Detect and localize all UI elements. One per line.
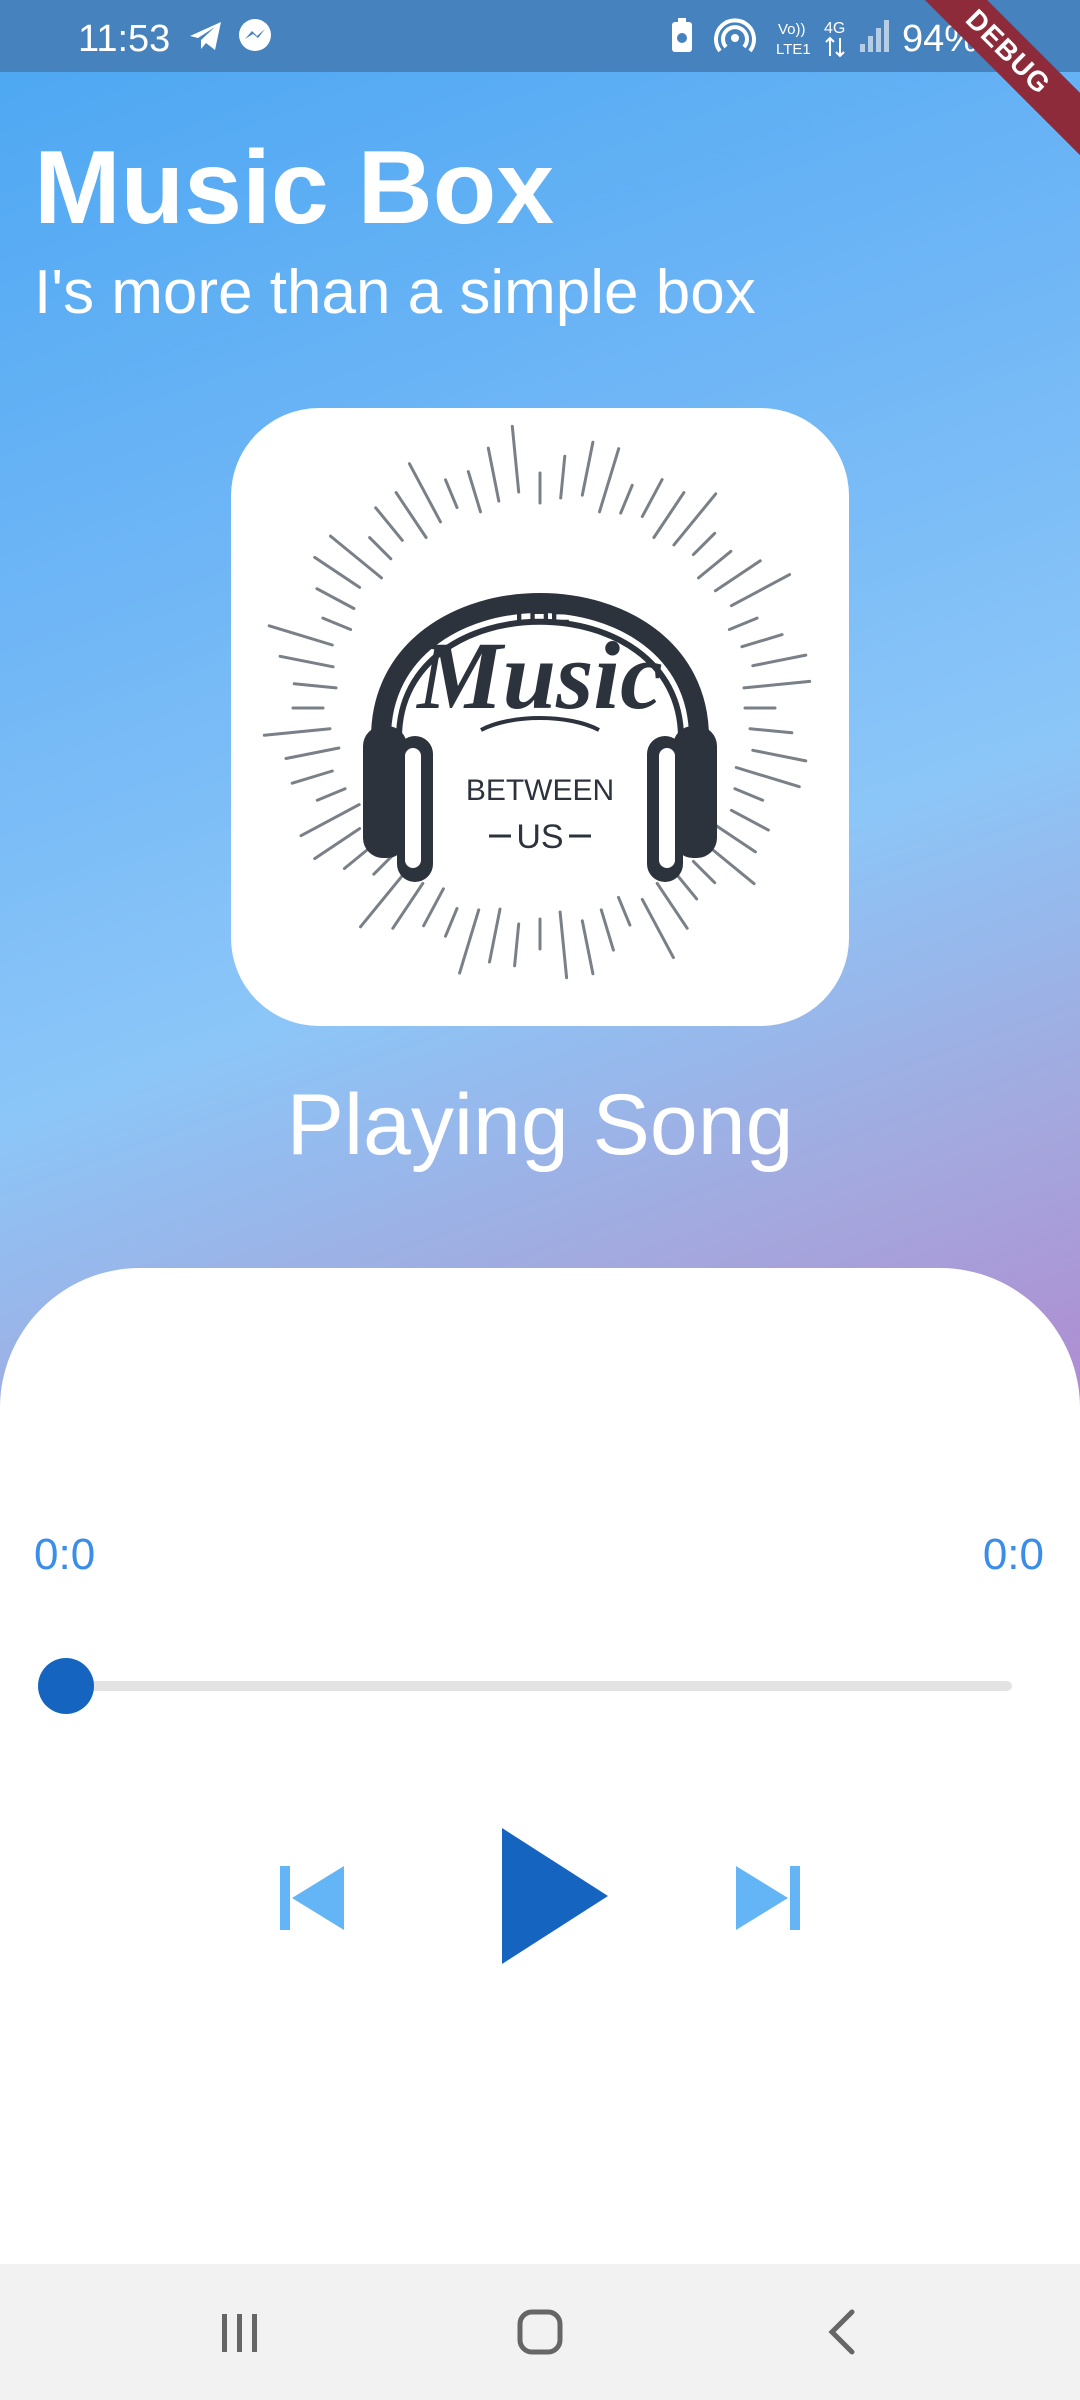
sunburst-ray [444,907,459,938]
seek-bar-thumb[interactable] [38,1658,94,1714]
logo-word-us: US [516,818,563,856]
sunburst-ray [313,827,362,861]
sunburst-ray [729,808,770,832]
sunburst-ray [599,908,615,952]
sunburst-ray [278,654,335,669]
battery-saver-icon [672,18,692,52]
sunburst-ray [619,483,634,515]
sunburst-ray [640,897,675,960]
status-time: 11:53 [78,18,171,60]
sunburst-ray [284,746,341,760]
sunburst-ray [751,653,808,668]
logo-word-music: Music [415,622,662,729]
sunburst-ray [486,446,501,503]
sunburst-ray [290,769,334,785]
home-icon [517,2309,563,2355]
recents-button[interactable] [212,2304,268,2365]
player-sheet [0,1268,1080,2268]
sunburst-ray [315,587,356,610]
sunburst-ray [742,679,812,690]
sunburst-ray [729,573,792,608]
sunburst-ray [733,787,765,802]
sunburst-ray [640,478,664,519]
svg-text:4G: 4G [824,20,845,37]
sunburst-ray [321,616,353,631]
sunburst-ray [313,555,362,589]
sunburst-ray [734,766,801,789]
next-button[interactable] [734,1864,802,1932]
sunburst-ray [740,633,784,649]
sunburst-ray [359,874,404,929]
sunburst-ray [488,907,502,964]
sunburst-ray [262,727,332,737]
messenger-icon [239,19,271,51]
volte-icon: Vo)) LTE1 [776,21,811,58]
sunburst-ray [655,881,689,930]
sunburst-ray [652,491,686,539]
sunburst-ray [580,440,595,497]
sunburst-ray [558,910,569,980]
sunburst-ray [748,727,794,735]
home-button[interactable] [512,2304,568,2365]
recents-icon [222,2314,257,2352]
play-icon [502,1828,608,1964]
hotspot-icon [714,18,756,53]
headphones-logo: THE Music BETWEEN US [262,424,812,980]
sunburst-ray [394,491,428,539]
status-bar: 11:53 Vo)) LTE1 4G 94% [0,0,1080,72]
app-subtitle: I's more than a simple box [34,258,756,327]
sunburst-ray [299,803,361,838]
app-title: Music Box [34,130,555,246]
logo-word-between: BETWEEN [466,774,614,807]
system-nav-bar [0,2264,1080,2400]
sunburst-ray [422,887,445,928]
signal-icon [860,20,889,52]
play-button[interactable] [500,1826,610,1966]
sunburst-ray [510,424,521,494]
sunburst-ray [513,922,521,968]
sunburst-ray [697,549,733,580]
sunburst-ray [559,454,567,500]
network-4g-icon: 4G [824,20,845,58]
svg-text:LTE1: LTE1 [776,41,811,58]
sunburst-ray [713,559,762,593]
sunburst-ray [598,447,621,514]
skip-previous-icon [280,1866,344,1930]
sunburst-ray [691,531,717,557]
sunburst-ray [751,748,808,763]
back-icon [828,2309,855,2355]
total-duration: 0:0 [982,1530,1044,1579]
sunburst-ray [691,859,717,885]
svg-text:Vo)): Vo)) [778,21,806,38]
sunburst-ray [407,462,442,524]
seek-bar-track[interactable] [66,1681,1012,1691]
sunburst-ray [709,820,757,854]
sunburst-ray [580,919,595,976]
sunburst-ray [292,682,338,690]
sunburst-ray [374,506,404,542]
telegram-icon [190,22,221,50]
sunburst-ray [466,470,482,514]
album-art: THE Music BETWEEN US [231,408,849,1026]
sunburst-ray [315,787,347,802]
sunburst-ray [617,895,632,927]
skip-next-icon [736,1866,800,1930]
sunburst-ray [458,908,481,975]
back-button[interactable] [816,2304,872,2365]
sunburst-ray [444,478,459,509]
sunburst-ray [368,536,393,561]
previous-button[interactable] [278,1864,346,1932]
sunburst-ray [391,881,425,930]
elapsed-time: 0:0 [34,1530,96,1579]
song-title: Playing Song [286,1077,794,1173]
sunburst-ray [727,616,759,631]
sunburst-ray [267,624,334,647]
